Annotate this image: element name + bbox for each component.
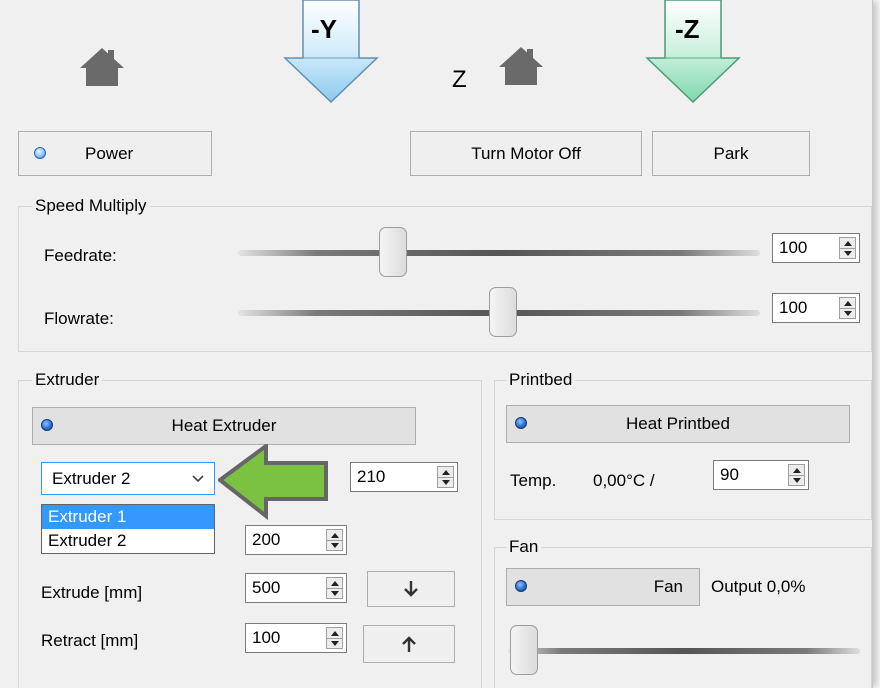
printbed-title: Printbed bbox=[506, 370, 576, 390]
retract-spin-arrows[interactable] bbox=[326, 627, 343, 649]
turn-motor-off-button[interactable]: Turn Motor Off bbox=[410, 131, 642, 176]
dropdown-option-label: Extruder 1 bbox=[48, 507, 127, 526]
speed-multiply-group bbox=[18, 206, 872, 352]
extruder-dropdown-list: Extruder 1 Extruder 2 bbox=[41, 504, 215, 554]
fan-slider-thumb[interactable] bbox=[510, 625, 538, 675]
callout-arrow-left bbox=[218, 444, 328, 521]
printbed-temp-label: Temp. bbox=[510, 471, 557, 490]
park-button[interactable]: Park bbox=[652, 131, 810, 176]
extruder-speed-value: 200 bbox=[252, 530, 281, 549]
extruder-title: Extruder bbox=[32, 370, 103, 390]
heat-printbed-label: Heat Printbed bbox=[626, 414, 730, 433]
spin-down-icon[interactable] bbox=[789, 475, 804, 485]
dropdown-option-label: Extruder 2 bbox=[48, 531, 127, 550]
arrow-down-icon bbox=[404, 581, 418, 597]
extruder-speed-spinbox[interactable]: 200 bbox=[245, 525, 347, 555]
retract-value: 100 bbox=[252, 628, 281, 647]
fan-button[interactable]: Fan bbox=[506, 568, 700, 606]
heat-extruder-label: Heat Extruder bbox=[171, 416, 277, 435]
spin-down-icon[interactable] bbox=[327, 588, 342, 598]
extruder-heat-indicator-icon bbox=[41, 419, 53, 431]
spin-down-icon[interactable] bbox=[438, 477, 453, 487]
heat-printbed-button[interactable]: Heat Printbed bbox=[506, 405, 850, 443]
printbed-target-value: 90 bbox=[720, 465, 739, 484]
printbed-target-spinbox[interactable]: 90 bbox=[713, 460, 809, 490]
fan-slider-track[interactable] bbox=[508, 648, 860, 654]
spin-down-icon[interactable] bbox=[840, 308, 855, 318]
extruder-target-temp-spinbox[interactable]: 210 bbox=[350, 462, 458, 492]
home-icon[interactable] bbox=[78, 46, 126, 88]
extrude-spin-arrows[interactable] bbox=[326, 577, 343, 599]
spin-down-icon[interactable] bbox=[327, 638, 342, 648]
power-button-label: Power bbox=[85, 144, 134, 163]
flowrate-spin-arrows[interactable] bbox=[839, 297, 856, 319]
z-minus-label: -Z bbox=[675, 14, 700, 44]
extrude-button[interactable] bbox=[367, 571, 455, 607]
printbed-temp-reading: 0,00°C / bbox=[593, 471, 655, 490]
feedrate-spin-arrows[interactable] bbox=[839, 237, 856, 259]
printbed-spin-arrows[interactable] bbox=[788, 464, 805, 486]
power-status-indicator-icon bbox=[34, 147, 46, 159]
extruder-select-value: Extruder 2 bbox=[52, 469, 131, 488]
spin-down-icon[interactable] bbox=[327, 540, 342, 550]
printbed-group bbox=[494, 380, 872, 520]
extruder-select[interactable]: Extruder 2 bbox=[41, 462, 215, 495]
flowrate-spinbox[interactable]: 100 bbox=[772, 293, 860, 323]
speed-multiply-title: Speed Multiply bbox=[32, 196, 150, 216]
dropdown-option[interactable]: Extruder 2 bbox=[42, 529, 214, 553]
extruder-speed-spin-arrows[interactable] bbox=[326, 529, 343, 551]
extrude-label: Extrude [mm] bbox=[41, 583, 143, 602]
feedrate-value: 100 bbox=[779, 238, 808, 257]
flowrate-slider-thumb[interactable] bbox=[489, 287, 517, 337]
y-minus-label: -Y bbox=[311, 14, 337, 44]
manual-control-panel: -Y Z -Z Power Turn Motor Off Park Speed … bbox=[0, 0, 873, 688]
fan-indicator-icon bbox=[515, 580, 527, 592]
extruder-target-temp-value: 210 bbox=[357, 467, 386, 486]
spin-down-icon[interactable] bbox=[840, 248, 855, 258]
flowrate-label: Flowrate: bbox=[44, 309, 114, 328]
dropdown-option-highlighted[interactable]: Extruder 1 bbox=[42, 505, 214, 529]
retract-label: Retract [mm] bbox=[41, 631, 139, 650]
power-button[interactable]: Power bbox=[18, 131, 212, 176]
printbed-heat-indicator-icon bbox=[515, 417, 527, 429]
home-z-icon[interactable] bbox=[497, 45, 545, 87]
feedrate-spinbox[interactable]: 100 bbox=[772, 233, 860, 263]
chevron-down-icon[interactable] bbox=[192, 475, 204, 483]
heat-extruder-button[interactable]: Heat Extruder bbox=[32, 407, 416, 445]
fan-output-text: Output 0,0% bbox=[711, 577, 806, 596]
flowrate-value: 100 bbox=[779, 298, 808, 317]
arrow-up-icon bbox=[402, 636, 416, 652]
z-axis-label: Z bbox=[452, 66, 467, 93]
extrude-spinbox[interactable]: 500 bbox=[245, 573, 347, 603]
retract-spinbox[interactable]: 100 bbox=[245, 623, 347, 653]
feedrate-label: Feedrate: bbox=[44, 246, 117, 265]
extrude-value: 500 bbox=[252, 578, 281, 597]
feedrate-slider-thumb[interactable] bbox=[379, 227, 407, 277]
feedrate-slider-track[interactable] bbox=[238, 250, 760, 256]
retract-button[interactable] bbox=[363, 625, 455, 663]
fan-title: Fan bbox=[506, 537, 542, 557]
fan-button-label: Fan bbox=[653, 577, 683, 596]
extruder-temp-spin-arrows[interactable] bbox=[437, 466, 454, 488]
